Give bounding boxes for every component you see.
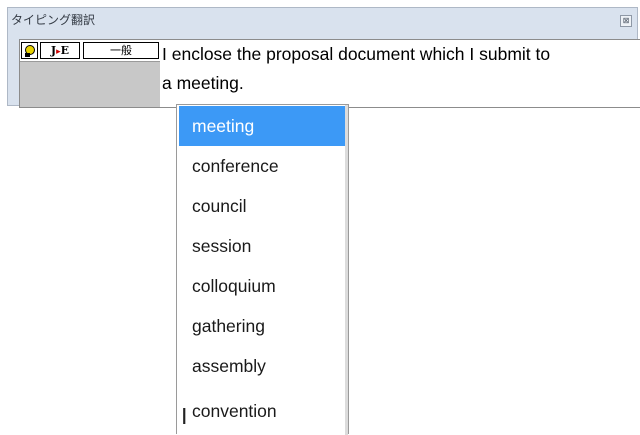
alternative-item[interactable]: conference: [179, 146, 346, 186]
translation-text[interactable]: I enclose the proposal document which I …: [160, 40, 640, 107]
direction-je-button[interactable]: J▸E: [40, 42, 80, 59]
translation-line-1: I enclose the proposal document which I …: [162, 44, 551, 64]
dictionary-icon[interactable]: [21, 42, 38, 59]
category-button[interactable]: 一般: [83, 42, 159, 59]
dropdown-scrollbar[interactable]: [345, 105, 348, 435]
alternative-item[interactable]: assembly: [179, 346, 346, 386]
alternatives-dropdown[interactable]: meeting conference council session collo…: [176, 104, 349, 435]
je-target-label: E: [60, 44, 70, 57]
alternative-item[interactable]: council: [179, 186, 346, 226]
text-cursor-icon: Ⅰ: [181, 405, 188, 430]
alternative-item[interactable]: session: [179, 226, 346, 266]
toolbar: J▸E 一般: [20, 40, 160, 62]
alternative-item[interactable]: meeting: [179, 106, 346, 146]
close-icon[interactable]: ⊠: [620, 15, 632, 27]
typing-translation-palette: タイピング翻訳 ⊠ J▸E 一般 I enclose the proposal …: [7, 7, 640, 108]
alternative-item[interactable]: convention: [179, 391, 346, 431]
window-title: タイピング翻訳: [11, 13, 96, 27]
alternative-item[interactable]: colloquium: [179, 266, 346, 306]
alternative-item[interactable]: gathering: [179, 306, 346, 346]
translation-line-2: a meeting.: [162, 73, 244, 93]
control-panel: J▸E 一般: [20, 40, 160, 107]
title-bar[interactable]: タイピング翻訳 ⊠: [8, 8, 637, 32]
translation-panel: J▸E 一般 I enclose the proposal document w…: [19, 39, 640, 108]
